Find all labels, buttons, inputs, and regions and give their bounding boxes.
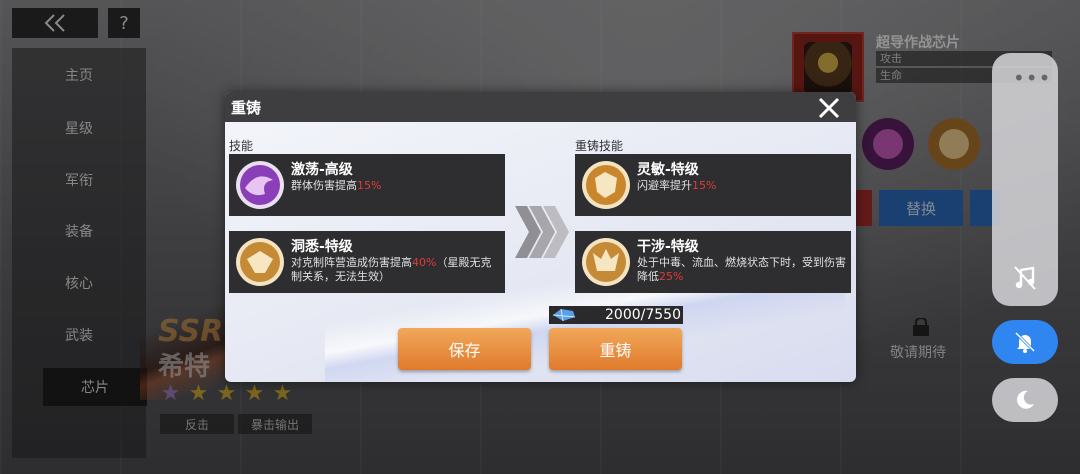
skill-value: 15% [692,179,717,192]
purple-swirl-skill-icon [236,161,284,209]
save-button[interactable]: 保存 [398,328,531,370]
gold-bird-skill-icon [236,238,284,286]
music-off-icon[interactable] [1013,265,1037,291]
current-skill-card[interactable]: 激荡-高级 群体伤害提高15% [229,154,505,216]
chevron-right-arrows-icon [515,206,569,258]
mute-toggle[interactable] [992,320,1058,364]
skill-name: 激荡-高级 [291,162,353,178]
skill-description: 群体伤害提高15% [291,179,382,192]
skill-description: 对克制阵营造成伤害提高40%（星殿无克制关系，无法生效） [291,256,492,283]
modal-title: 重铸 [231,99,262,117]
close-x-icon[interactable] [817,96,841,120]
cost-amount: 2000/7550 [605,307,681,323]
recast-button[interactable]: 重铸 [549,328,682,370]
modal-header: 重铸 [225,92,856,122]
recast-modal: 重铸 技能 重铸技能 激荡-高级 群体伤害提高15% 洞悉-特级 对克制阵营造成… [225,92,856,382]
skill-value: 40% [412,256,437,269]
more-dots-icon[interactable]: ••• [1013,66,1051,90]
recast-cost: 2000/7550 [549,306,683,324]
recast-skills-label: 重铸技能 [575,139,624,153]
night-mode-toggle[interactable] [992,378,1058,422]
moon-icon [1017,390,1034,409]
recast-skill-card[interactable]: 灵敏-特级 闪避率提升15% [575,154,851,216]
skill-value: 15% [357,179,382,192]
skill-description: 处于中毒、流血、燃烧状态下时，受到伤害降低25% [637,256,846,283]
crystal-currency-icon [552,308,576,322]
skill-name: 洞悉-特级 [291,239,353,255]
skill-value: 25% [659,270,684,283]
gold-tiger-skill-icon [582,161,630,209]
skill-name: 干涉-特级 [637,239,699,255]
skill-description: 闪避率提升15% [637,179,717,192]
current-skills-label: 技能 [229,139,254,153]
skill-name: 灵敏-特级 [637,162,699,178]
recast-skill-card[interactable]: 干涉-特级 处于中毒、流血、燃烧状态下时，受到伤害降低25% [575,231,851,293]
gold-beast-skill-icon [582,238,630,286]
current-skill-card[interactable]: 洞悉-特级 对克制阵营造成伤害提高40%（星殿无克制关系，无法生效） [229,231,505,293]
bell-off-icon [1014,331,1036,353]
